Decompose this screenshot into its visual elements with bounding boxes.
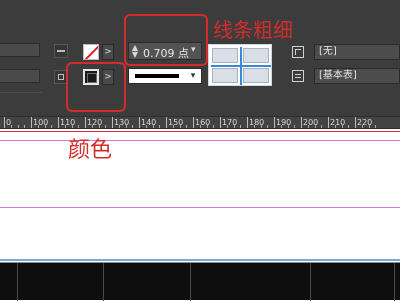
ruler-major-tick bbox=[247, 117, 248, 128]
ruler-minor-tick bbox=[24, 125, 25, 128]
grid-selected-hline bbox=[211, 65, 271, 67]
cell-style-dropdown[interactable]: [无] bbox=[314, 44, 400, 60]
chevron-down-icon[interactable]: ▾ bbox=[185, 69, 201, 83]
ruler-major-tick bbox=[274, 117, 275, 128]
horizontal-ruler[interactable]: 0 100 110 120 130 140 150 160 170 180 190 200 210 220 bbox=[0, 116, 400, 129]
ruler-minor-tick bbox=[38, 125, 39, 128]
ruler-minor-tick bbox=[240, 125, 241, 128]
ruler-minor-tick bbox=[261, 125, 262, 128]
left-field-2[interactable] bbox=[0, 69, 40, 83]
select-container-icon[interactable] bbox=[54, 44, 68, 58]
ruler-major-tick bbox=[193, 117, 194, 128]
grid-cell bbox=[243, 68, 269, 83]
solid-line-preview bbox=[135, 74, 179, 78]
ruler-minor-tick bbox=[11, 125, 12, 128]
ruler-minor-tick bbox=[132, 125, 133, 128]
ruler-minor-tick bbox=[288, 125, 289, 128]
ruler-minor-tick bbox=[315, 125, 316, 128]
ruler-minor-tick bbox=[227, 125, 228, 128]
fill-flyout-button[interactable]: > bbox=[102, 44, 114, 60]
ruler-minor-tick bbox=[348, 125, 349, 128]
ruler-major-tick bbox=[4, 117, 5, 128]
ruler-minor-tick bbox=[207, 125, 208, 128]
frame-edge bbox=[0, 259, 400, 261]
ruler-minor-tick bbox=[342, 125, 343, 128]
ruler-major-tick bbox=[328, 117, 329, 128]
ruler-minor-tick bbox=[308, 125, 309, 128]
grid-cell bbox=[212, 48, 238, 63]
table-column-line bbox=[17, 263, 18, 301]
panel-divider bbox=[0, 92, 42, 93]
ruler-minor-tick bbox=[267, 125, 268, 128]
grid-cell bbox=[212, 68, 238, 83]
cell-style-icon bbox=[292, 46, 304, 58]
ruler-minor-tick bbox=[200, 125, 201, 128]
ruler-minor-tick bbox=[119, 125, 120, 128]
ruler-minor-tick bbox=[362, 125, 363, 128]
stroke-type-dropdown[interactable]: ▾ bbox=[128, 68, 202, 84]
column-guide-magenta bbox=[0, 140, 400, 141]
table-column-line bbox=[394, 263, 395, 301]
ruler-minor-tick bbox=[186, 125, 187, 128]
document-canvas[interactable] bbox=[0, 129, 400, 262]
ruler-minor-tick bbox=[294, 125, 295, 128]
ruler-minor-tick bbox=[375, 125, 376, 128]
ruler-minor-tick bbox=[51, 125, 52, 128]
table-cell-grid-proxy[interactable] bbox=[208, 44, 272, 86]
ruler-minor-tick bbox=[126, 125, 127, 128]
table-style-dropdown[interactable]: [基本表] bbox=[314, 68, 400, 84]
ruler-minor-tick bbox=[153, 125, 154, 128]
table-column-line bbox=[103, 263, 104, 301]
color-annotation: 颜色 bbox=[68, 138, 113, 163]
ruler-minor-tick bbox=[335, 125, 336, 128]
ruler-major-tick bbox=[220, 117, 221, 128]
table-area[interactable] bbox=[0, 262, 400, 301]
table-style-icon bbox=[292, 70, 304, 82]
ruler-minor-tick bbox=[78, 125, 79, 128]
ruler-minor-tick bbox=[65, 125, 66, 128]
ruler-minor-tick bbox=[281, 125, 282, 128]
ruler-major-tick bbox=[139, 117, 140, 128]
ruler-minor-tick bbox=[254, 125, 255, 128]
ruler-minor-tick bbox=[45, 125, 46, 128]
grid-cell bbox=[243, 48, 269, 63]
ruler-minor-tick bbox=[369, 125, 370, 128]
margin-guide-red bbox=[0, 131, 400, 132]
ruler-minor-tick bbox=[213, 125, 214, 128]
ruler-major-tick bbox=[85, 117, 86, 128]
ruler-major-tick bbox=[301, 117, 302, 128]
stroke-weight-highlight-box bbox=[124, 14, 208, 66]
ruler-minor-tick bbox=[173, 125, 174, 128]
ruler-minor-tick bbox=[180, 125, 181, 128]
ruler-major-tick bbox=[112, 117, 113, 128]
ruler-minor-tick bbox=[99, 125, 100, 128]
ruler-minor-tick bbox=[159, 125, 160, 128]
fill-swatch-none[interactable] bbox=[83, 44, 99, 60]
ruler-major-tick bbox=[31, 117, 32, 128]
none-slash-icon bbox=[84, 45, 98, 59]
color-highlight-box bbox=[66, 62, 126, 112]
table-column-line bbox=[190, 263, 191, 301]
table-column-line bbox=[310, 263, 311, 301]
ruler-major-tick bbox=[166, 117, 167, 128]
stroke-weight-annotation: 线条粗细 bbox=[213, 18, 293, 42]
left-field-1[interactable] bbox=[0, 43, 40, 57]
ruler-major-tick bbox=[355, 117, 356, 128]
ruler-major-tick bbox=[58, 117, 59, 128]
ruler-minor-tick bbox=[146, 125, 147, 128]
margin-guide-magenta bbox=[0, 207, 400, 208]
ruler-minor-tick bbox=[18, 125, 19, 128]
ruler-minor-tick bbox=[321, 125, 322, 128]
ruler-minor-tick bbox=[92, 125, 93, 128]
ruler-minor-tick bbox=[72, 125, 73, 128]
ruler-minor-tick bbox=[234, 125, 235, 128]
ruler-minor-tick bbox=[105, 125, 106, 128]
